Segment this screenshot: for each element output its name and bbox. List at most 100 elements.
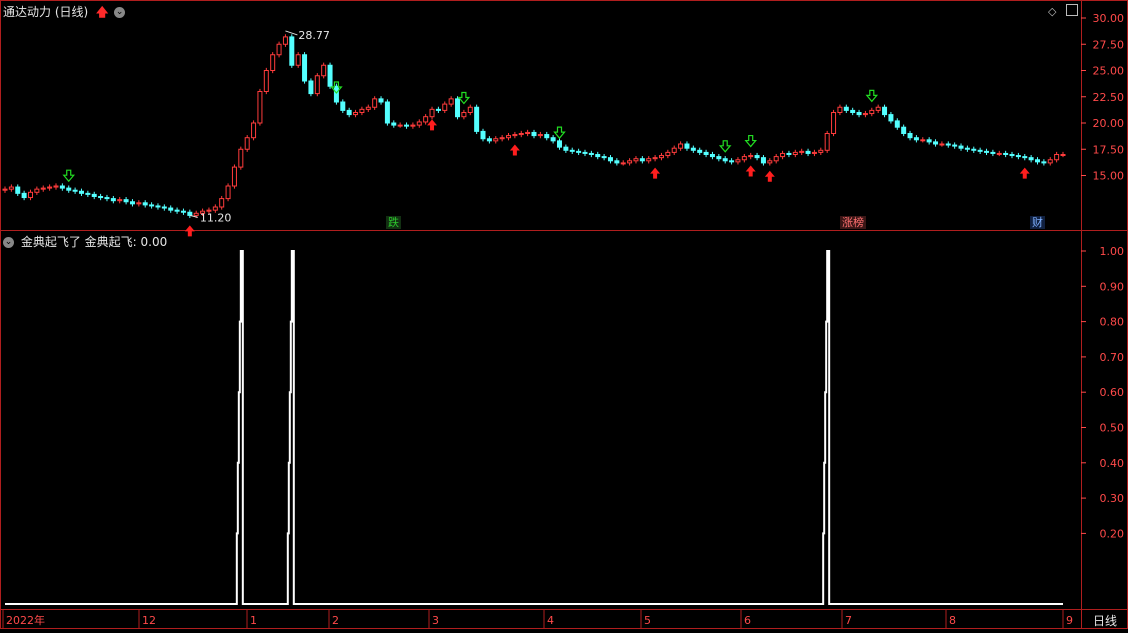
diamond-icon[interactable]: ◇ xyxy=(1048,5,1056,18)
candle-body xyxy=(531,131,537,137)
candle-body xyxy=(1028,157,1034,161)
indicator-panel-title: ⌄ 金典起飞了 金典起飞: 0.00 xyxy=(3,233,167,250)
buy-arrow-icon xyxy=(509,144,520,156)
candle-body xyxy=(741,156,747,161)
candle-body xyxy=(263,70,269,92)
candle-body xyxy=(595,154,601,158)
candle-body xyxy=(321,64,327,77)
candle-body xyxy=(665,151,671,157)
sell-arrow-icon xyxy=(62,169,76,183)
price-axis-label: 20.00 xyxy=(1093,117,1125,130)
indicator-axis-label: 0.80 xyxy=(1100,316,1125,329)
candle-body xyxy=(8,186,14,190)
candle-body xyxy=(563,146,569,151)
maximize-icon[interactable] xyxy=(1066,4,1078,16)
candle-body xyxy=(53,185,59,188)
candle-body xyxy=(187,211,193,216)
event-tag-die[interactable]: 跌 xyxy=(386,216,401,229)
candle-body xyxy=(620,162,626,165)
chevron-down-icon[interactable]: ⌄ xyxy=(114,7,126,18)
candle-body xyxy=(556,140,562,148)
candle-body xyxy=(244,137,250,150)
candle-body xyxy=(123,199,129,203)
red-up-arrow-icon: 🡅 xyxy=(96,5,109,19)
candle-body xyxy=(831,112,837,134)
candle-body xyxy=(174,209,180,212)
candle-body xyxy=(442,103,448,111)
buy-arrow-icon xyxy=(427,119,438,131)
time-axis-label: 3 xyxy=(432,614,439,627)
candle-body xyxy=(506,135,512,139)
candle-body xyxy=(824,133,830,151)
candle-body xyxy=(862,113,868,116)
candle-body xyxy=(180,210,186,213)
candle-body xyxy=(110,198,116,202)
buy-arrow-icon xyxy=(745,165,756,177)
candle-body xyxy=(767,160,773,164)
period-tab[interactable]: 日线 xyxy=(1093,612,1117,629)
sell-arrow-icon xyxy=(744,134,757,148)
candle-body xyxy=(576,150,582,153)
candle-body xyxy=(760,157,766,164)
candle-body xyxy=(901,126,907,134)
candle-body xyxy=(913,137,919,141)
candle-body xyxy=(856,112,862,116)
price-axis-label: 22.50 xyxy=(1093,91,1125,104)
candle-body xyxy=(231,166,237,187)
indicator-axis-label: 0.70 xyxy=(1100,351,1125,364)
candle-body xyxy=(716,156,722,160)
buy-arrow-icon xyxy=(764,170,775,182)
candle-body xyxy=(289,36,295,66)
stock-chart-window: 30.00 27.50 25.00 22.50 20.00 17.50 15.00 28.77… xyxy=(0,0,1128,629)
chevron-down-icon[interactable]: ⌄ xyxy=(3,237,14,248)
candle-body xyxy=(21,192,27,199)
candle-body xyxy=(537,134,543,137)
indicator-axis-label: 1.00 xyxy=(1100,245,1125,258)
candle-body xyxy=(837,106,843,113)
candle-body xyxy=(2,188,8,191)
candle-body xyxy=(461,112,467,118)
candle-body xyxy=(786,152,792,155)
candle-body xyxy=(735,159,741,163)
candle-body xyxy=(958,145,964,149)
candle-body xyxy=(435,108,441,111)
candle-body xyxy=(493,138,499,142)
candle-body xyxy=(652,157,658,160)
sell-arrow-icon xyxy=(865,89,879,103)
candle-body xyxy=(27,191,33,199)
candle-body xyxy=(333,85,339,103)
event-tag-cai[interactable]: 财 xyxy=(1030,216,1045,229)
time-axis-label: 6 xyxy=(744,614,751,627)
candle-body xyxy=(448,98,454,105)
sell-arrow-icon xyxy=(553,126,566,140)
candle-body xyxy=(104,197,110,200)
candle-body xyxy=(161,206,167,209)
candle-body xyxy=(703,151,709,155)
candle-body xyxy=(678,143,684,149)
candle-body xyxy=(155,205,161,208)
candle-body xyxy=(353,112,359,116)
time-axis-label: 5 xyxy=(644,614,651,627)
chart-canvas: 30.00 27.50 25.00 22.50 20.00 17.50 15.00 28.77… xyxy=(0,0,1128,629)
candle-body xyxy=(996,152,1002,155)
candle-body xyxy=(225,185,231,200)
candle-body xyxy=(142,202,148,206)
candle-body xyxy=(646,158,652,162)
candle-body xyxy=(588,152,594,155)
candle-body xyxy=(85,192,91,195)
candle-body xyxy=(1060,154,1066,156)
candle-body xyxy=(168,207,174,211)
candle-body xyxy=(945,143,951,146)
indicator-axis-label: 0.90 xyxy=(1100,280,1125,293)
candle-body xyxy=(136,202,142,205)
candle-body xyxy=(933,141,939,145)
time-axis-label: 4 xyxy=(547,614,554,627)
candle-body xyxy=(474,106,480,132)
candle-body xyxy=(378,98,384,103)
event-tag-zhangbang[interactable]: 涨榜 xyxy=(840,216,866,229)
indicator-panel-title-text: 金典起飞了 金典起飞: 0.00 xyxy=(20,235,168,249)
candle-body xyxy=(404,124,410,127)
indicator-axis-label: 0.50 xyxy=(1100,422,1125,435)
candle-body xyxy=(302,54,308,82)
candle-body xyxy=(773,156,779,162)
